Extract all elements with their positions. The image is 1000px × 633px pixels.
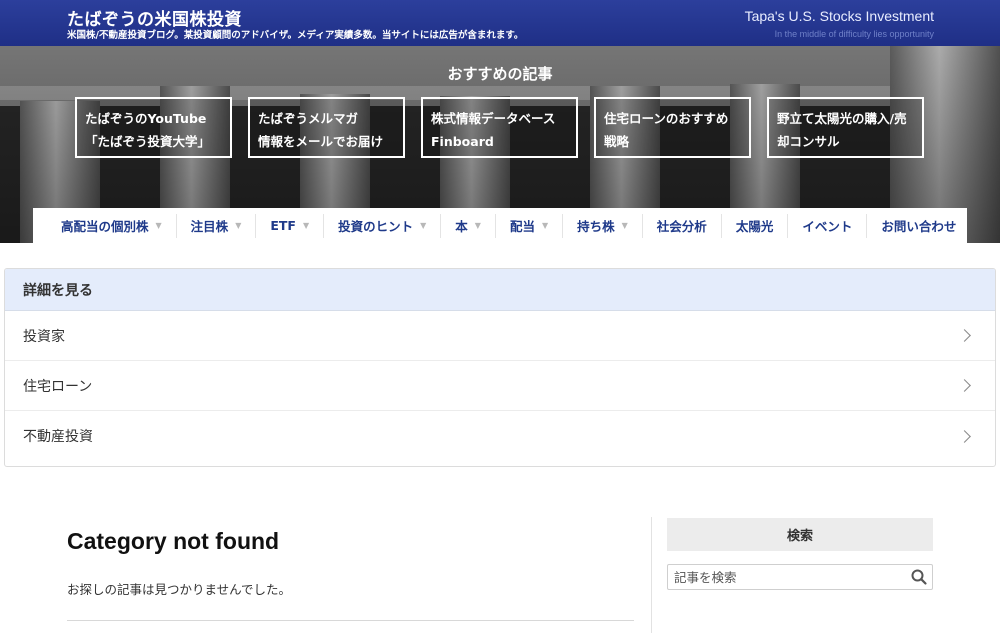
nav-item-holdings[interactable]: 持ち株 ▼ [563,213,643,238]
main-nav: 高配当の個別株 ▼ 注目株 ▼ ETF ▼ 投資のヒント ▼ 本 ▼ 配当 ▼ 持ち株 ▼ 社… [33,208,967,243]
nav-label: 太陽光 [735,219,774,234]
nav-item-dividend[interactable]: 配当 ▼ [496,213,564,238]
recommend-label: 野立て太陽光の購入/売 [777,111,907,126]
site-description: 米国株/不動産投資ブログ。某投資顧問のアドバイザ。メディア実績多数。当サイトには… [67,30,524,41]
nav-label: イベント [802,219,853,234]
nav-item-social-analysis[interactable]: 社会分析 [643,213,722,238]
caret-down-icon: ▼ [235,221,242,230]
nav-item-etf[interactable]: ETF ▼ [256,213,325,238]
details-item-label: 投資家 [23,328,65,345]
recommend-label: たばぞうのYouTube [85,111,207,126]
recommend-finboard-button[interactable]: 株式情報データベース Finboard [421,97,578,158]
caret-down-icon: ▼ [621,221,628,230]
nav-item-featured[interactable]: 注目株 ▼ [177,213,257,238]
page-title: Category not found [67,528,280,554]
caret-down-icon: ▼ [302,221,310,230]
recommend-solar-button[interactable]: 野立て太陽光の購入/売 却コンサル [767,97,924,158]
caret-down-icon: ▼ [155,221,162,230]
nav-label: ETF [270,218,296,233]
details-item-investor[interactable]: 投資家 [5,311,995,361]
recommend-label: 住宅ローンのおすすめ [604,111,729,126]
details-item-mortgage[interactable]: 住宅ローン [5,361,995,411]
nav-label: 高配当の個別株 [61,219,149,234]
not-found-message: お探しの記事は見つかりませんでした。 [67,582,292,597]
sidebar-divider [651,517,652,633]
search-form [667,564,933,590]
details-item-label: 住宅ローン [23,378,93,395]
site-tagline: In the middle of difficulty lies opportu… [774,29,934,39]
chevron-right-icon [958,379,971,392]
caret-down-icon: ▼ [541,221,549,230]
recommend-newsletter-button[interactable]: たばぞうメルマガ 情報をメールでお届け [248,97,405,158]
search-widget-heading: 検索 [667,518,933,551]
nav-label: 投資のヒント [338,219,414,234]
recommend-youtube-button[interactable]: たばぞうのYouTube 「たばぞう投資大学」 [75,97,232,158]
recommend-label: 株式情報データベース [431,111,556,126]
nav-item-high-dividend[interactable]: 高配当の個別株 ▼ [33,213,177,238]
chevron-right-icon [958,429,971,443]
caret-down-icon: ▼ [474,221,481,230]
nav-label: 本 [455,219,468,234]
details-accordion: 詳細を見る 投資家 住宅ローン 不動産投資 [4,268,996,467]
search-input[interactable] [668,565,898,589]
details-heading: 詳細を見る [5,269,995,311]
search-icon[interactable] [910,568,928,586]
recommend-label: Finboard [431,134,494,149]
recommend-label: 戦略 [604,134,630,149]
recommend-label: 却コンサル [777,134,840,149]
nav-item-tips[interactable]: 投資のヒント ▼ [324,213,442,238]
caret-down-icon: ▼ [420,221,427,230]
content-divider [67,620,634,621]
details-item-real-estate[interactable]: 不動産投資 [5,411,995,461]
site-title-en: Tapa's U.S. Stocks Investment [744,8,934,24]
nav-label: 注目株 [190,219,229,234]
chevron-right-icon [958,329,971,342]
details-item-label: 不動産投資 [23,429,93,445]
site-header: たばぞうの米国株投資 米国株/不動産投資ブログ。某投資顧問のアドバイザ。メディア… [0,0,1000,46]
nav-item-books[interactable]: 本 ▼ [441,213,496,238]
nav-label: 配当 [509,219,535,234]
nav-label: 持ち株 [577,219,615,234]
nav-label: お問い合わせ [881,219,957,234]
nav-item-contact[interactable]: お問い合わせ [867,214,970,238]
recommend-label: 「たばぞう投資大学」 [85,134,211,149]
recommend-label: たばぞうメルマガ [258,111,359,126]
recommend-label: 情報をメールでお届け [258,134,384,149]
recommend-mortgage-button[interactable]: 住宅ローンのおすすめ 戦略 [594,97,751,158]
nav-label: 社会分析 [656,219,707,234]
nav-item-events[interactable]: イベント [788,213,868,238]
nav-item-solar[interactable]: 太陽光 [722,213,789,238]
recommend-title: おすすめの記事 [447,65,553,83]
